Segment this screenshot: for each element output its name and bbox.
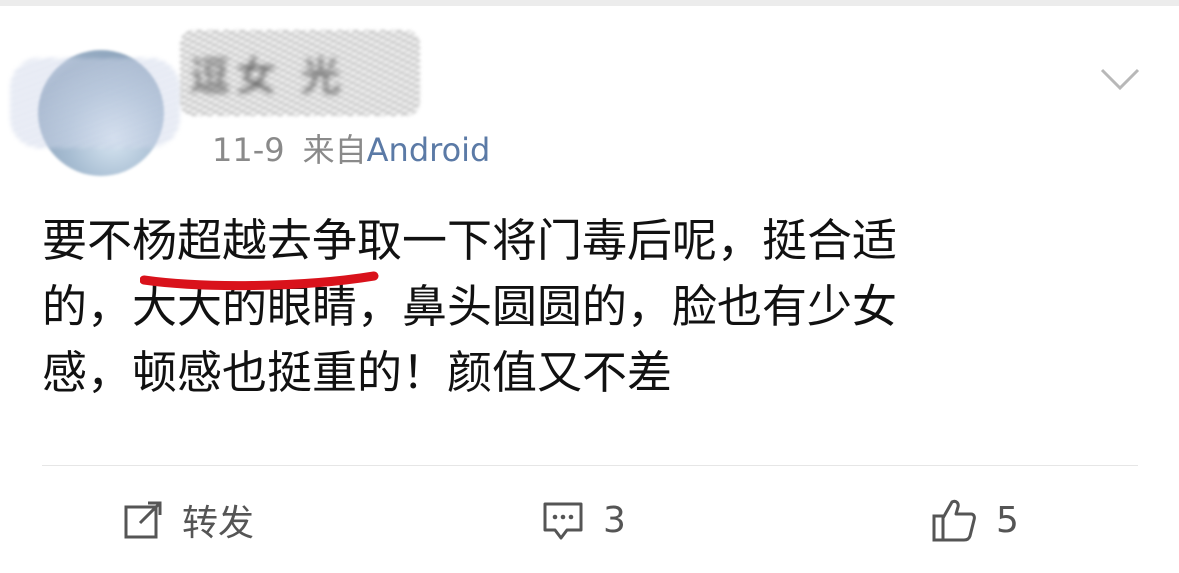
like-button[interactable]: 5 xyxy=(930,490,1019,550)
thumbs-up-icon xyxy=(932,499,976,542)
red-underline-annotation xyxy=(140,271,379,291)
comment-button[interactable]: 3 xyxy=(541,490,626,550)
post-text-line: 感，顿感也挺重的！颜值又不差 xyxy=(42,346,673,399)
avatar-redaction xyxy=(10,58,180,148)
like-count: 5 xyxy=(996,499,1019,541)
username[interactable]: 逗女 光 xyxy=(190,40,410,115)
post-body: 要不杨超越去争取一下将门毒后呢，挺合适 的，大大的眼睛，鼻头圆圆的，脸也有少女 … xyxy=(42,208,1122,406)
post-date: 11-9 xyxy=(212,131,285,169)
chevron-down-icon[interactable] xyxy=(1098,60,1142,96)
share-edit-icon xyxy=(124,501,162,539)
repost-button[interactable]: 转发 xyxy=(122,490,254,550)
comment-count: 3 xyxy=(603,499,626,541)
comment-bubble-icon xyxy=(543,502,583,540)
source-app-link[interactable]: Android xyxy=(367,131,491,169)
repost-label: 转发 xyxy=(182,503,255,544)
top-separator-strip xyxy=(0,0,1179,6)
action-bar-divider xyxy=(42,465,1138,466)
post-meta: 11-9 来自Android xyxy=(212,128,490,172)
source-prefix: 来自 xyxy=(302,131,367,169)
